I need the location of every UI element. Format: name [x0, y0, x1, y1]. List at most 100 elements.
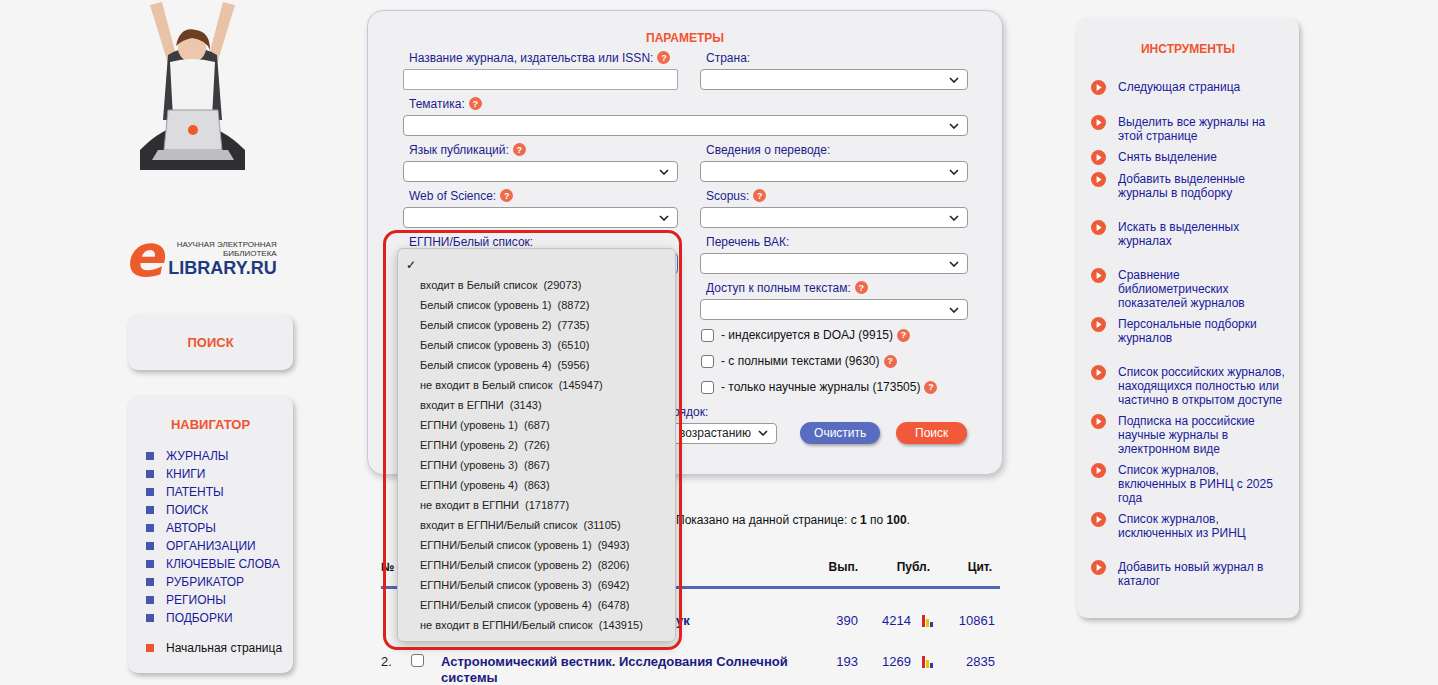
dropdown-option[interactable]: ЕГПНИ (уровень 4) (863) [398, 475, 675, 495]
checkbox-label[interactable]: - только научные журналы (173505) [721, 380, 920, 394]
navigator-link[interactable]: ОРГАНИЗАЦИИ [166, 539, 256, 553]
dropdown-option[interactable]: ЕГПНИ/Белый список (уровень 1) (9493) [398, 535, 675, 555]
option-label[interactable]: Белый список (уровень 4) (5956) [420, 359, 589, 371]
issues-count[interactable]: 193 [808, 654, 858, 670]
navigator-link[interactable]: КЛЮЧЕВЫЕ СЛОВА [166, 557, 280, 571]
tool-link[interactable]: Снять выделение [1118, 150, 1288, 164]
tool-item[interactable]: Список журналов, исключенных из РИНЦ [1091, 512, 1289, 540]
option-label[interactable]: ЕГПНИ (уровень 2) (726) [420, 439, 550, 451]
dropdown-option[interactable]: Белый список (уровень 1) (8872) [398, 295, 675, 315]
home-text[interactable]: Начальная страница [166, 641, 282, 655]
tool-item[interactable]: Сравнение библиометрических показателей … [1091, 268, 1289, 310]
search-button[interactable]: Поиск [896, 422, 967, 444]
option-label[interactable]: ЕГПНИ/Белый список (уровень 3) (6942) [420, 579, 629, 591]
select-box[interactable] [403, 161, 678, 182]
dropdown-option[interactable]: Белый список (уровень 4) (5956) [398, 355, 675, 375]
help-icon[interactable]: ? [469, 97, 482, 110]
option-label[interactable]: не входит в ЕГПНИ (171877) [420, 499, 569, 511]
tool-link[interactable]: Добавить выделенные журналы в подборку [1118, 172, 1288, 200]
select-box[interactable] [403, 115, 968, 136]
dropdown-option[interactable]: не входит в ЕГПНИ/Белый список (143915) [398, 615, 675, 635]
checkbox-row[interactable]: - только научные журналы (173505)? [700, 378, 968, 396]
column-header[interactable]: Вып. [808, 560, 858, 574]
navigator-item[interactable]: ПОИСК [146, 501, 293, 519]
tool-link[interactable]: Список журналов, включенных в РИНЦ с 202… [1118, 463, 1288, 505]
select-box[interactable] [403, 207, 678, 228]
home-link[interactable]: Начальная страница [146, 639, 293, 657]
sort-select[interactable]: о возрастанию [662, 423, 777, 444]
row-checkbox[interactable] [411, 654, 424, 667]
navigator-item[interactable]: ОРГАНИЗАЦИИ [146, 537, 293, 555]
checkbox-label[interactable]: - с полными текстами (9630) [721, 354, 880, 368]
navigator-link[interactable]: РЕГИОНЫ [166, 593, 226, 607]
tool-link[interactable]: Список журналов, исключенных из РИНЦ [1118, 512, 1288, 540]
option-label[interactable]: ЕГПНИ (уровень 3) (867) [420, 459, 550, 471]
option-label[interactable]: ЕГПНИ/Белый список (уровень 4) (6478) [420, 599, 629, 611]
checkbox[interactable] [701, 355, 714, 368]
dropdown-option[interactable]: не входит в Белый список (145947) [398, 375, 675, 395]
help-icon[interactable]: ? [855, 281, 868, 294]
tool-link[interactable]: Подписка на российские научные журналы в… [1118, 414, 1288, 456]
citations-count[interactable]: 2835 [938, 654, 1000, 670]
navigator-item[interactable]: ПАТЕНТЫ [146, 483, 293, 501]
tool-item[interactable]: Добавить выделенные журналы в подборку [1091, 172, 1289, 200]
option-label[interactable]: Белый список (уровень 2) (7735) [420, 319, 589, 331]
publications-count[interactable]: 1269 [858, 654, 918, 670]
tool-link[interactable]: Сравнение библиометрических показателей … [1118, 268, 1288, 310]
navigator-link[interactable]: ПОДБОРКИ [166, 611, 233, 625]
tool-item[interactable]: Выделить все журналы на этой странице [1091, 115, 1289, 143]
help-icon[interactable]: ? [657, 51, 670, 64]
dropdown-option[interactable]: ЕГПНИ/Белый список (уровень 2) (8206) [398, 555, 675, 575]
tool-link[interactable]: Список российских журналов, находящихся … [1118, 365, 1288, 407]
help-icon[interactable]: ? [884, 355, 897, 368]
tool-item[interactable]: Список журналов, включенных в РИНЦ с 202… [1091, 463, 1289, 505]
navigator-link[interactable]: КНИГИ [166, 467, 205, 481]
navigator-item[interactable]: РУБРИКАТОР [146, 573, 293, 591]
dropdown-option[interactable]: ЕГПНИ (уровень 3) (867) [398, 455, 675, 475]
dropdown-option[interactable]: ЕГПНИ/Белый список (уровень 4) (6478) [398, 595, 675, 615]
option-label[interactable]: ЕГПНИ/Белый список (уровень 1) (9493) [420, 539, 629, 551]
navigator-item[interactable]: КЛЮЧЕВЫЕ СЛОВА [146, 555, 293, 573]
tool-item[interactable]: Добавить новый журнал в каталог [1091, 560, 1289, 588]
select-box[interactable] [700, 299, 968, 320]
dropdown-option[interactable]: входит в ЕГПНИ (3143) [398, 395, 675, 415]
text-input[interactable] [403, 69, 678, 90]
tool-link[interactable]: Выделить все журналы на этой странице [1118, 115, 1288, 143]
dropdown-option[interactable]: Белый список (уровень 3) (6510) [398, 335, 675, 355]
checkbox[interactable] [701, 329, 714, 342]
column-header[interactable]: Цит. [938, 560, 1000, 574]
option-label[interactable]: входит в ЕГПНИ/Белый список (31105) [420, 519, 621, 531]
dropdown-option[interactable]: ✓ [398, 255, 675, 275]
select-box[interactable] [700, 69, 968, 90]
option-label[interactable]: Белый список (уровень 3) (6510) [420, 339, 589, 351]
publications-count[interactable]: 4214 [858, 613, 918, 629]
navigator-item[interactable]: АВТОРЫ [146, 519, 293, 537]
tool-link[interactable]: Персональные подборки журналов [1118, 317, 1288, 345]
navigator-link[interactable]: ЖУРНАЛЫ [166, 449, 228, 463]
navigator-item[interactable]: КНИГИ [146, 465, 293, 483]
tool-link[interactable]: Добавить новый журнал в каталог [1118, 560, 1288, 588]
navigator-item[interactable]: РЕГИОНЫ [146, 591, 293, 609]
dropdown-option[interactable]: входит в ЕГПНИ/Белый список (31105) [398, 515, 675, 535]
site-logo[interactable]: eНАУЧНАЯ ЭЛЕКТРОННАЯБИБЛИОТЕКАLIBRARY.RU [128, 230, 300, 280]
navigator-link[interactable]: ПАТЕНТЫ [166, 485, 224, 499]
tool-item[interactable]: Подписка на российские научные журналы в… [1091, 414, 1289, 456]
journal-title[interactable]: Астрономический вестник. Исследования Со… [441, 654, 808, 685]
checkbox-row[interactable]: - индексируется в DOAJ (9915)? [700, 326, 968, 344]
dropdown-option[interactable]: Белый список (уровень 2) (7735) [398, 315, 675, 335]
tool-link[interactable]: Следующая страница [1118, 80, 1288, 94]
select-box[interactable] [700, 161, 968, 182]
option-label[interactable]: входит в Белый список (29073) [420, 279, 581, 291]
tool-item[interactable]: Снять выделение [1091, 150, 1289, 165]
select-box[interactable] [700, 207, 968, 228]
navigator-item[interactable]: ЖУРНАЛЫ [146, 447, 293, 465]
navigator-link[interactable]: РУБРИКАТОР [166, 575, 244, 589]
option-label[interactable]: ЕГПНИ (уровень 1) (687) [420, 419, 550, 431]
option-label[interactable]: не входит в ЕГПНИ/Белый список (143915) [420, 619, 643, 631]
checkbox-label[interactable]: - индексируется в DOAJ (9915) [721, 328, 893, 342]
checkbox-row[interactable]: - с полными текстами (9630)? [700, 352, 968, 370]
navigator-item[interactable]: ПОДБОРКИ [146, 609, 293, 627]
navigator-link[interactable]: АВТОРЫ [166, 521, 216, 535]
option-label[interactable]: ЕГПНИ (уровень 4) (863) [420, 479, 550, 491]
help-icon[interactable]: ? [897, 329, 910, 342]
